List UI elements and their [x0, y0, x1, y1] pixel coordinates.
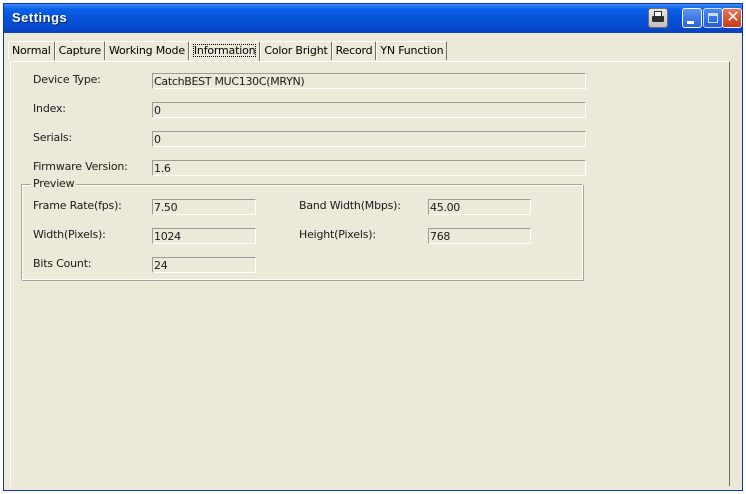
tab-label: Information	[192, 44, 257, 57]
bits-count-field[interactable]: 24	[152, 257, 256, 273]
close-icon: ✕	[726, 7, 740, 26]
maximize-button[interactable]	[703, 8, 723, 28]
tab-label: Capture	[58, 44, 102, 57]
close-button[interactable]: ✕	[722, 7, 742, 28]
band-width-label: Band Width(Mbps):	[299, 199, 401, 212]
bits-count-label: Bits Count:	[33, 257, 92, 270]
index-label: Index:	[33, 102, 66, 115]
width-pixels-field[interactable]: 1024	[152, 228, 256, 244]
width-pixels-label: Width(Pixels):	[33, 228, 106, 241]
frame-rate-label: Frame Rate(fps):	[33, 199, 122, 212]
frame-rate-field[interactable]: 7.50	[152, 199, 256, 215]
tab-strip: Normal Capture Working Mode Information …	[8, 41, 448, 61]
firmware-version-field[interactable]: 1.6	[152, 160, 586, 176]
band-width-field[interactable]: 45.00	[428, 199, 531, 215]
height-pixels-label: Height(Pixels):	[299, 228, 376, 241]
tab-label: Working Mode	[108, 44, 185, 57]
tab-information[interactable]: Information	[188, 41, 261, 61]
tab-capture[interactable]: Capture	[54, 41, 105, 60]
tab-record[interactable]: Record	[331, 41, 377, 60]
title-bar[interactable]: Settings ✕	[4, 4, 742, 33]
tab-label: Color Bright	[264, 44, 328, 57]
preview-group-title: Preview	[31, 177, 77, 190]
serials-label: Serials:	[33, 131, 72, 144]
tab-yn-function[interactable]: YN Function	[376, 41, 448, 60]
tab-normal[interactable]: Normal	[8, 41, 55, 60]
maximize-icon	[708, 13, 718, 23]
firmware-version-label: Firmware Version:	[33, 160, 128, 173]
window-title: Settings	[12, 10, 68, 25]
tab-label: YN Function	[380, 44, 444, 57]
printer-icon[interactable]	[648, 8, 668, 28]
height-pixels-field[interactable]: 768	[428, 228, 531, 244]
minimize-icon	[687, 21, 694, 24]
tab-working-mode[interactable]: Working Mode	[104, 41, 189, 60]
tab-label: Normal	[12, 44, 51, 57]
minimize-button[interactable]	[682, 8, 702, 28]
device-type-label: Device Type:	[33, 73, 101, 86]
tab-label: Record	[335, 44, 373, 57]
serials-field[interactable]: 0	[152, 131, 586, 147]
index-field[interactable]: 0	[152, 102, 586, 118]
tab-color-bright[interactable]: Color Bright	[260, 41, 332, 60]
device-type-field[interactable]: CatchBEST MUC130C(MRYN)	[152, 73, 586, 89]
